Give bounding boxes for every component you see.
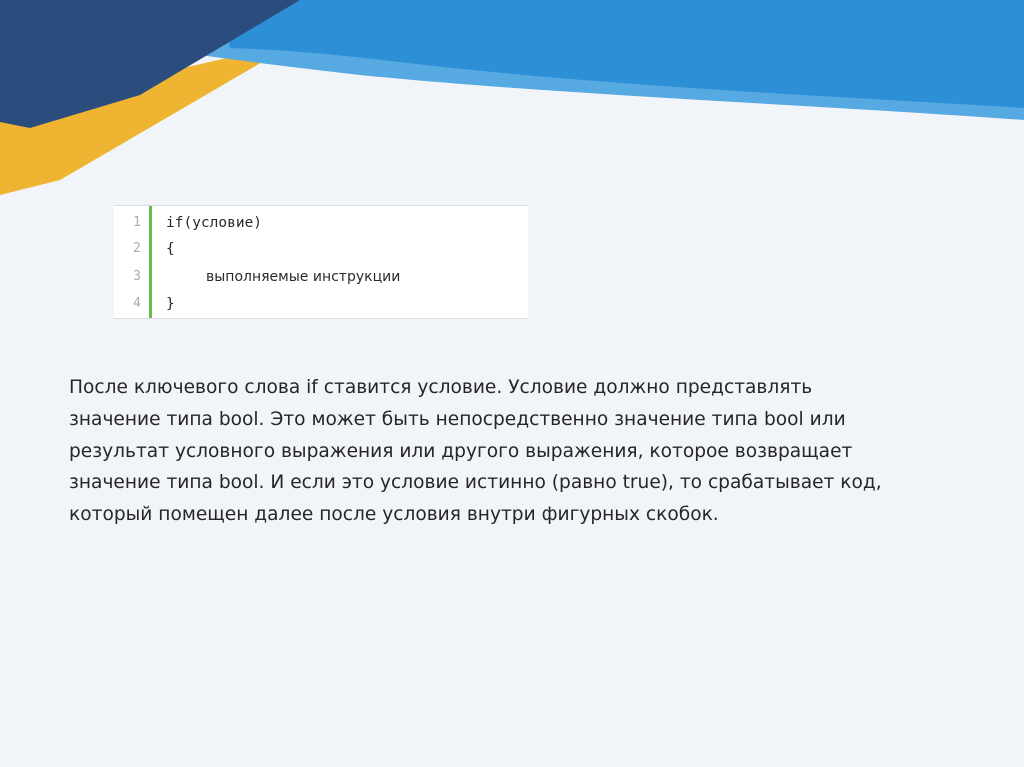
line-number: 2 — [133, 241, 141, 256]
explanation-paragraph: После ключевого слова if ставится услови… — [69, 372, 969, 531]
paragraph-line: значение типа bool. Это может быть непос… — [69, 408, 846, 430]
paragraph-line: значение типа bool. И если это условие и… — [69, 472, 882, 494]
paragraph-line: который помещен далее после условия внут… — [69, 504, 719, 526]
header-decoration — [0, 0, 1024, 200]
code-line: выполняемые инструкции — [206, 269, 401, 285]
code-block: 1 2 3 4 if(условие) { выполняемые инстру… — [114, 205, 528, 319]
code-line: { — [166, 241, 175, 257]
line-number: 1 — [133, 215, 141, 230]
line-number: 3 — [133, 269, 141, 284]
paragraph-line: После ключевого слова if ставится услови… — [69, 377, 813, 398]
line-number-gutter: 1 2 3 4 — [114, 206, 152, 318]
slide: 1 2 3 4 if(условие) { выполняемые инстру… — [0, 0, 1024, 767]
code-line: if(условие) — [166, 215, 263, 231]
paragraph-line: результат условного выражения или другог… — [69, 440, 853, 462]
code-line: } — [166, 296, 175, 312]
line-number: 4 — [133, 296, 141, 311]
